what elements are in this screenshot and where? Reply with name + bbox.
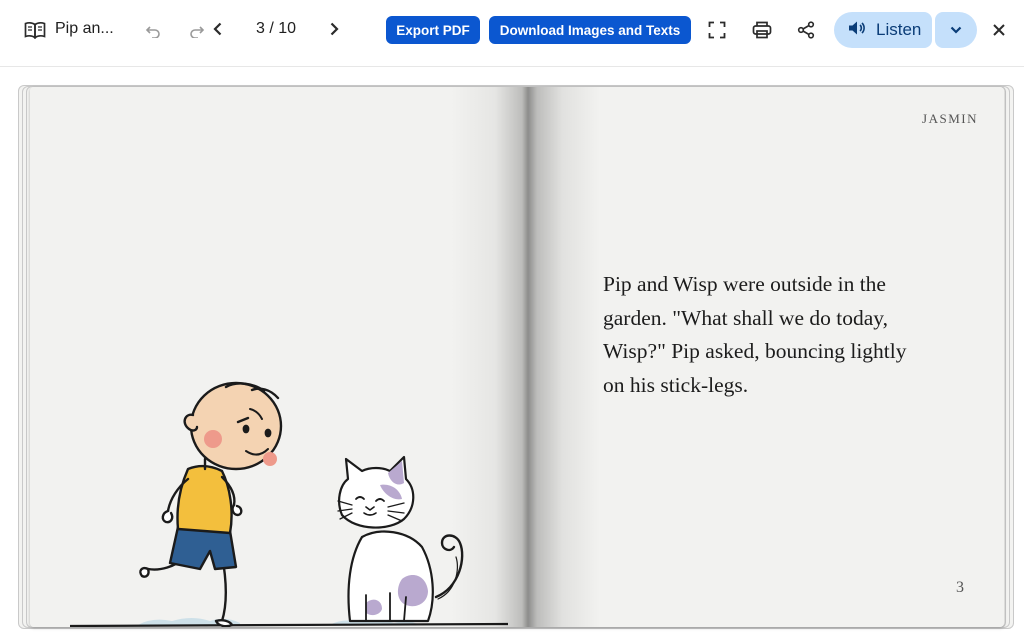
fullscreen-icon[interactable] (702, 15, 732, 45)
printer-icon[interactable] (747, 15, 777, 45)
chevron-right-icon (329, 22, 339, 41)
book-title: Pip an... (55, 20, 114, 37)
listen-label: Listen (876, 20, 922, 39)
book-gutter (450, 87, 600, 627)
cat-wisp (337, 455, 464, 623)
boy-pip (139, 381, 283, 627)
book-viewer: JASMIN Pip and Wisp were outside in the … (18, 83, 1014, 629)
download-images-texts-button[interactable]: Download Images and Texts (489, 16, 691, 44)
author-name: JASMIN (922, 111, 978, 126)
next-page-button[interactable] (319, 16, 349, 46)
chevron-left-icon (213, 22, 223, 41)
listen-options-button[interactable] (935, 12, 977, 48)
previous-page-button[interactable] (203, 16, 233, 46)
open-book-icon (20, 15, 50, 45)
export-pdf-button[interactable]: Export PDF (386, 16, 480, 44)
listen-button[interactable]: Listen (834, 12, 932, 48)
ground-line (69, 618, 509, 627)
undo-icon[interactable] (138, 16, 168, 46)
share-icon[interactable] (791, 15, 821, 45)
story-text: Pip and Wisp were outside in the garden.… (603, 272, 907, 397)
close-icon[interactable] (984, 15, 1014, 45)
chevron-down-icon (950, 21, 962, 39)
toolbar: Pip an... 3 / 10 Export PDF Download Ima… (0, 0, 1024, 67)
page-indicator: 3 / 10 (255, 20, 297, 37)
page-number: 3 (956, 579, 964, 596)
toolbar-divider (0, 66, 1024, 67)
speaker-icon (848, 20, 866, 41)
